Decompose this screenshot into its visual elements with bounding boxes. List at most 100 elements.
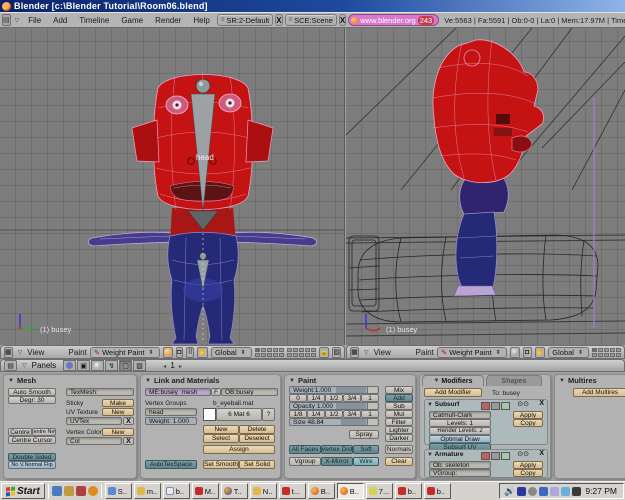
- occlude-icon[interactable]: ◘: [523, 347, 532, 358]
- modifier-expand-icon[interactable]: ▼: [427, 402, 433, 408]
- size-slider[interactable]: Size 48.84: [289, 418, 379, 426]
- material-index-stepper[interactable]: 6 Mat 6: [216, 408, 262, 421]
- move-up-icon[interactable]: ⊙⊙: [517, 450, 529, 458]
- draw-mode-icon[interactable]: [163, 347, 173, 358]
- manipulator-hand-icon[interactable]: ✋: [197, 347, 208, 358]
- logic-context-icon[interactable]: [63, 360, 76, 371]
- uvtex-field[interactable]: UVTex: [66, 417, 122, 425]
- editor-type-icon[interactable]: ▦: [350, 347, 359, 358]
- interactive-toggle-icon[interactable]: [491, 402, 500, 410]
- view-menu[interactable]: View: [374, 348, 391, 357]
- opacity-half-button[interactable]: 1/2: [325, 410, 343, 418]
- collapse-caret-icon[interactable]: ▽: [16, 349, 25, 356]
- vgroup-toggle[interactable]: Vgroup: [289, 457, 321, 466]
- task-blender-1[interactable]: B..: [308, 483, 335, 499]
- opacity-eighth-button[interactable]: 1/8: [289, 410, 307, 418]
- armature-vgroup-field[interactable]: VGroup:: [429, 469, 491, 477]
- scene-close-button[interactable]: X: [339, 14, 346, 26]
- paint-weight-slider[interactable]: Weight:1.000: [289, 386, 379, 394]
- collapse-caret-icon[interactable]: ▽: [20, 362, 29, 369]
- task-search[interactable]: S..: [105, 483, 132, 499]
- layer-buttons[interactable]: [255, 348, 316, 357]
- material-color-swatch[interactable]: [203, 408, 216, 421]
- task-folder-n[interactable]: N..: [250, 483, 277, 499]
- scene-selector[interactable]: ≡ SCE:Scene: [285, 14, 337, 26]
- add-mode-button[interactable]: Add: [385, 394, 413, 402]
- panel-collapse-icon[interactable]: ▼: [8, 378, 14, 384]
- vgroup-select-button[interactable]: Select: [203, 434, 239, 443]
- task-7zip[interactable]: 7...: [366, 483, 393, 499]
- set-solid-button[interactable]: Set Solid: [239, 460, 275, 469]
- draw-mode-icon[interactable]: [510, 347, 520, 358]
- interactive-toggle-icon[interactable]: [491, 452, 500, 460]
- task-app-m[interactable]: M..: [192, 483, 219, 499]
- vertex-group-select[interactable]: head: [145, 408, 197, 416]
- subsurf-apply-button[interactable]: Apply: [513, 411, 543, 419]
- screen-close-button[interactable]: X: [275, 14, 282, 26]
- armature-object-field[interactable]: Ob: skeleton: [429, 461, 491, 469]
- set-smooth-button[interactable]: Set Smooth: [203, 460, 239, 469]
- soft-toggle[interactable]: Soft: [353, 445, 379, 454]
- menu-help[interactable]: Help: [188, 16, 214, 25]
- uv-texture-new-button[interactable]: New: [102, 408, 134, 416]
- armature-apply-button[interactable]: Apply: [513, 461, 543, 469]
- editmode-toggle-icon[interactable]: [501, 402, 510, 410]
- quicklaunch-desktop-icon[interactable]: [52, 486, 62, 496]
- col-delete-button[interactable]: X: [123, 437, 134, 445]
- task-blender-2-active[interactable]: B..: [337, 483, 364, 499]
- material-question-button[interactable]: ?: [262, 408, 275, 421]
- browse-icon[interactable]: ≡: [289, 17, 293, 23]
- vgroup-deselect-button[interactable]: Deselect: [239, 434, 275, 443]
- window-titlebar[interactable]: Blender [c:\Blender Tutorial\Room06.blen…: [0, 0, 625, 12]
- shading-context-icon[interactable]: [91, 360, 104, 371]
- scene-context-icon[interactable]: ▨: [133, 360, 146, 371]
- task-app-b2[interactable]: b..: [424, 483, 451, 499]
- centre-button[interactable]: Centre: [8, 428, 32, 436]
- no-vnormal-flip-toggle[interactable]: No V.Normal Flip: [8, 461, 56, 469]
- browse-icon[interactable]: ≡: [221, 17, 225, 23]
- assign-button[interactable]: Assign: [203, 445, 275, 454]
- move-up-icon[interactable]: ⊙⊙: [517, 400, 529, 408]
- autotexspace-toggle[interactable]: AutoTexSpace: [145, 460, 197, 469]
- start-button[interactable]: Start: [1, 483, 45, 499]
- menu-render[interactable]: Render: [150, 16, 186, 25]
- viewport-side[interactable]: (1) busey: [346, 28, 625, 345]
- shapes-tab[interactable]: Shapes: [486, 375, 542, 386]
- centre-cursor-button[interactable]: Centre Cursor: [8, 436, 56, 444]
- task-firefox[interactable]: T..: [221, 483, 248, 499]
- subdivision-type-select[interactable]: Catmull-Clark: [429, 411, 491, 419]
- mix-mode-button[interactable]: Mix: [385, 386, 413, 394]
- camera-tray-icon[interactable]: [572, 487, 581, 496]
- panel-collapse-icon[interactable]: ▼: [289, 378, 295, 384]
- vertex-dist-toggle[interactable]: Vertex Dist: [321, 445, 353, 454]
- paint-menu[interactable]: Paint: [69, 348, 87, 357]
- layer-buttons[interactable]: [592, 348, 621, 357]
- modifiers-tab[interactable]: ▼ Modifiers: [422, 375, 484, 386]
- delete-modifier-button[interactable]: X: [539, 400, 544, 407]
- task-app-b1[interactable]: b..: [395, 483, 422, 499]
- col-field[interactable]: Col: [66, 437, 122, 445]
- vgroup-delete-button[interactable]: Delete: [239, 425, 275, 434]
- panel-collapse-icon[interactable]: ▼: [145, 378, 151, 384]
- all-faces-toggle[interactable]: All Faces: [289, 445, 321, 454]
- quicklaunch-browser-icon[interactable]: [76, 486, 86, 496]
- opacity-1-button[interactable]: 1: [361, 410, 379, 418]
- sticky-make-button[interactable]: Make: [102, 399, 134, 407]
- wire-toggle[interactable]: Wire: [353, 457, 379, 466]
- mul-mode-button[interactable]: Mul: [385, 410, 413, 418]
- add-modifier-button[interactable]: Add Modifier: [424, 388, 482, 397]
- object-field[interactable]: OB:busey: [221, 388, 278, 396]
- proportional-icon[interactable]: ⠿: [186, 347, 194, 358]
- object-context-icon[interactable]: ↯: [105, 360, 118, 371]
- task-app-t[interactable]: t...: [279, 483, 306, 499]
- render-toggle-icon[interactable]: [481, 402, 490, 410]
- manipulator-hand-icon[interactable]: ✋: [535, 347, 546, 358]
- script-context-icon[interactable]: ▣: [77, 360, 90, 371]
- menu-timeline[interactable]: Timeline: [74, 16, 114, 25]
- screen-selector[interactable]: ≡ SR:2-Default: [217, 14, 273, 26]
- x-mirror-toggle[interactable]: X-Mirror: [321, 457, 353, 466]
- blender-org-badge[interactable]: www.blender.org 243: [348, 14, 439, 26]
- weight-0-button[interactable]: 0: [289, 394, 307, 402]
- centre-new-button[interactable]: Centre New: [32, 428, 56, 436]
- orientation-select[interactable]: Global ⬍: [211, 347, 252, 358]
